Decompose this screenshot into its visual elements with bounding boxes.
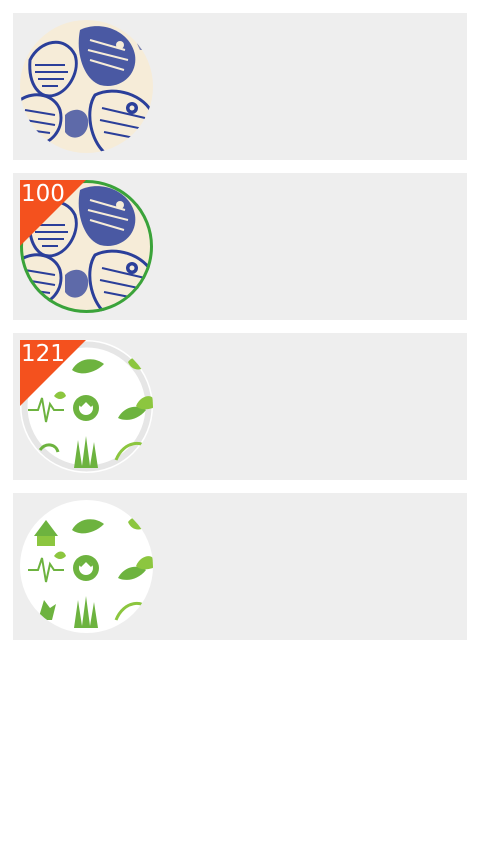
list-item[interactable]: 121	[13, 333, 467, 480]
list-item[interactable]	[13, 13, 467, 160]
thumbnail	[20, 20, 153, 153]
count-badge: 100	[20, 180, 86, 246]
list-item[interactable]	[13, 493, 467, 640]
count-badge: 121	[20, 340, 86, 406]
thumbnail	[20, 500, 153, 633]
birds-pattern-image	[20, 20, 153, 153]
badge-count: 100	[21, 181, 65, 207]
thumbnail: 121	[20, 340, 153, 473]
thumbnail: 100	[20, 180, 153, 313]
badge-count: 121	[21, 341, 65, 367]
list-item[interactable]: 100	[13, 173, 467, 320]
eco-icons-image	[20, 500, 153, 633]
